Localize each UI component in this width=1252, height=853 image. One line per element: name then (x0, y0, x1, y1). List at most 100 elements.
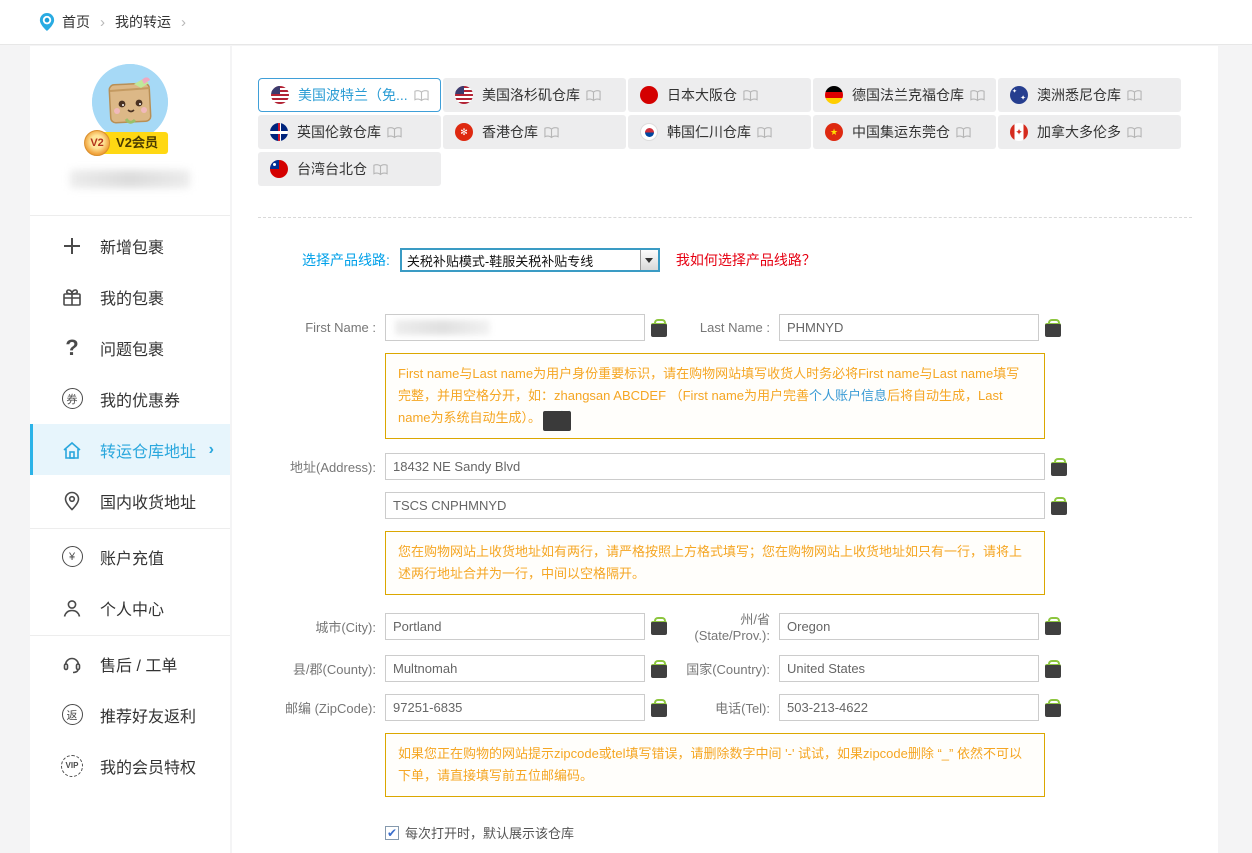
book-icon (1127, 126, 1142, 139)
sidebar-item-domestic-address[interactable]: 国内收货地址 (30, 475, 230, 526)
vip-medal-icon: V2 (84, 130, 110, 156)
book-icon (1127, 89, 1142, 102)
copy-icon[interactable] (651, 660, 667, 678)
zip-input[interactable] (385, 694, 645, 721)
copy-icon[interactable] (1051, 497, 1067, 515)
book-icon (387, 126, 402, 139)
us-flag-icon (271, 86, 289, 104)
sidebar-item-recharge[interactable]: ¥ 账户充值 (30, 531, 230, 582)
sidebar-item-aftersale[interactable]: 售后 / 工单 (30, 638, 230, 689)
sidebar-item-add-package[interactable]: 新增包裹 (30, 220, 230, 271)
tel-label: 电话(Tel): (667, 698, 779, 717)
tab-germany-frankfurt[interactable]: 德国法兰克福仓库 (813, 78, 996, 112)
breadcrumb-separator: › (100, 14, 105, 31)
state-input[interactable] (779, 613, 1039, 640)
sidebar-item-label: 问题包裹 (100, 336, 164, 360)
breadcrumb-current[interactable]: 我的转运 (115, 12, 171, 32)
sidebar-item-coupons[interactable]: 券 我的优惠券 (30, 373, 230, 424)
sidebar-item-label: 推荐好友返利 (100, 703, 196, 727)
tab-japan-osaka[interactable]: 日本大阪仓 (628, 78, 811, 112)
top-bar: 首页 › 我的转运 › (0, 0, 1252, 45)
tab-label: 加拿大多伦多 (1037, 122, 1121, 142)
copy-icon[interactable] (1045, 699, 1061, 717)
name-row: First Name : Last Name : (232, 314, 1218, 341)
tab-label: 美国波特兰（免... (298, 85, 408, 105)
tab-korea-incheon[interactable]: 韩国仁川仓库 (628, 115, 811, 149)
australia-flag-icon (1010, 86, 1028, 104)
breadcrumb-home[interactable]: 首页 (62, 12, 90, 32)
tab-hongkong[interactable]: ✻ 香港仓库 (443, 115, 626, 149)
location-pin-icon (38, 12, 56, 32)
tab-label: 香港仓库 (482, 122, 538, 142)
japan-flag-icon (640, 86, 658, 104)
chevron-right-icon: › (209, 441, 214, 459)
address-line2-input[interactable] (385, 492, 1045, 519)
tab-australia-sydney[interactable]: 澳洲悉尼仓库 (998, 78, 1181, 112)
first-name-label: First Name : (232, 320, 385, 335)
tab-label: 德国法兰克福仓库 (852, 85, 964, 105)
last-name-label: Last Name : (667, 320, 779, 335)
copy-icon[interactable] (651, 699, 667, 717)
sidebar-item-problem-packages[interactable]: ? 问题包裹 (30, 322, 230, 373)
sidebar-item-warehouse-address[interactable]: 转运仓库地址 › (30, 424, 230, 475)
breadcrumb: 首页 › 我的转运 › (38, 12, 196, 32)
product-line-row: 选择产品线路: 关税补贴模式-鞋服关税补贴专线 我如何选择产品线路？ (302, 248, 1218, 272)
hongkong-flag-icon: ✻ (455, 123, 473, 141)
country-input[interactable] (779, 655, 1039, 682)
last-name-input[interactable] (779, 314, 1039, 341)
country-label: 国家(Country): (667, 659, 779, 678)
tab-canada-toronto[interactable]: ✦ 加拿大多伦多 (998, 115, 1181, 149)
account-info-link[interactable]: 个人账户信息 (809, 388, 887, 403)
dropdown-arrow-icon[interactable] (640, 250, 658, 270)
tab-china-dongguan[interactable]: ★ 中国集运东莞仓 (813, 115, 996, 149)
sidebar: V2 V2会员 新增包裹 我的包裹 ? 问题包裹 券 (30, 46, 230, 853)
product-line-help-link[interactable]: 我如何选择产品线路？ (676, 250, 816, 270)
sidebar-item-profile[interactable]: 个人中心 (30, 582, 230, 633)
sidebar-item-member-privileges[interactable]: VIP 我的会员特权 (30, 740, 230, 791)
us-flag-icon (455, 86, 473, 104)
sidebar-item-label: 售后 / 工单 (100, 652, 177, 676)
tab-uk-london[interactable]: 英国伦敦仓库 (258, 115, 441, 149)
address-notice-box: 您在购物网站上收货地址如有两行，请严格按照上方格式填写；您在购物网站上收货地址如… (385, 531, 1045, 595)
tab-taiwan-taipei[interactable]: 台湾台北仓 (258, 152, 441, 186)
address-row-1: 地址(Address): (232, 453, 1218, 480)
name-notice-box: First name与Last name为用户身份重要标识，请在购物网站填写收货… (385, 353, 1045, 439)
tab-label: 日本大阪仓 (667, 85, 737, 105)
germany-flag-icon (825, 86, 843, 104)
username-blurred (70, 170, 190, 188)
canada-flag-icon: ✦ (1010, 123, 1028, 141)
copy-icon[interactable] (1045, 617, 1061, 635)
avatar-box-character (92, 64, 168, 140)
copy-icon[interactable] (651, 319, 667, 337)
package-icon (60, 285, 84, 309)
address-line1-input[interactable] (385, 453, 1045, 480)
default-warehouse-checkbox[interactable]: ✔ (385, 826, 399, 840)
sidebar-item-label: 国内收货地址 (100, 489, 196, 513)
korea-flag-icon (640, 123, 658, 141)
copy-icon[interactable] (1045, 319, 1061, 337)
warehouse-address-form: First Name : Last Name : First name与Last… (232, 314, 1218, 842)
sidebar-item-referral[interactable]: 返 推荐好友返利 (30, 689, 230, 740)
book-icon (373, 163, 388, 176)
avatar[interactable] (92, 64, 168, 140)
tab-us-portland[interactable]: 美国波特兰（免... (258, 78, 441, 112)
city-input[interactable] (385, 613, 645, 640)
sidebar-item-label: 我的会员特权 (100, 754, 196, 778)
state-label: 州/省(State/Prov.): (667, 609, 779, 643)
copy-icon[interactable] (1051, 458, 1067, 476)
tel-input[interactable] (779, 694, 1039, 721)
sidebar-item-my-packages[interactable]: 我的包裹 (30, 271, 230, 322)
sidebar-item-label: 账户充值 (100, 545, 164, 569)
copy-icon[interactable] (1045, 660, 1061, 678)
sidebar-item-label: 转运仓库地址 (100, 438, 196, 462)
copy-icon[interactable] (651, 617, 667, 635)
county-input[interactable] (385, 655, 645, 682)
book-icon (544, 126, 559, 139)
tab-us-la[interactable]: 美国洛杉矶仓库 (443, 78, 626, 112)
taiwan-flag-icon (270, 160, 288, 178)
address-label: 地址(Address): (232, 457, 385, 476)
product-line-select[interactable]: 关税补贴模式-鞋服关税补贴专线 (400, 248, 660, 272)
city-label: 城市(City): (232, 617, 385, 636)
dashed-divider (258, 217, 1192, 218)
broken-image-block (543, 411, 571, 431)
